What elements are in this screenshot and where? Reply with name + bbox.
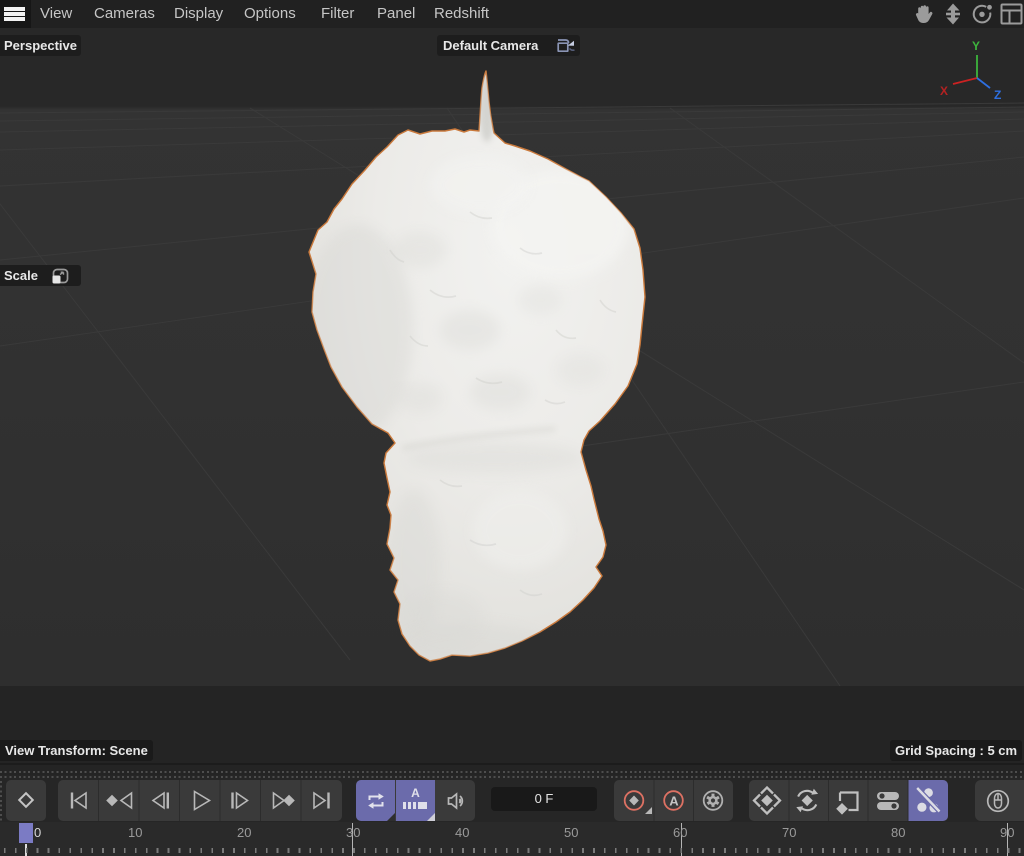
svg-text:Z: Z: [994, 88, 1001, 102]
svg-text:Y: Y: [972, 39, 980, 53]
svg-text:A: A: [669, 794, 679, 809]
svg-text:X: X: [940, 84, 948, 98]
